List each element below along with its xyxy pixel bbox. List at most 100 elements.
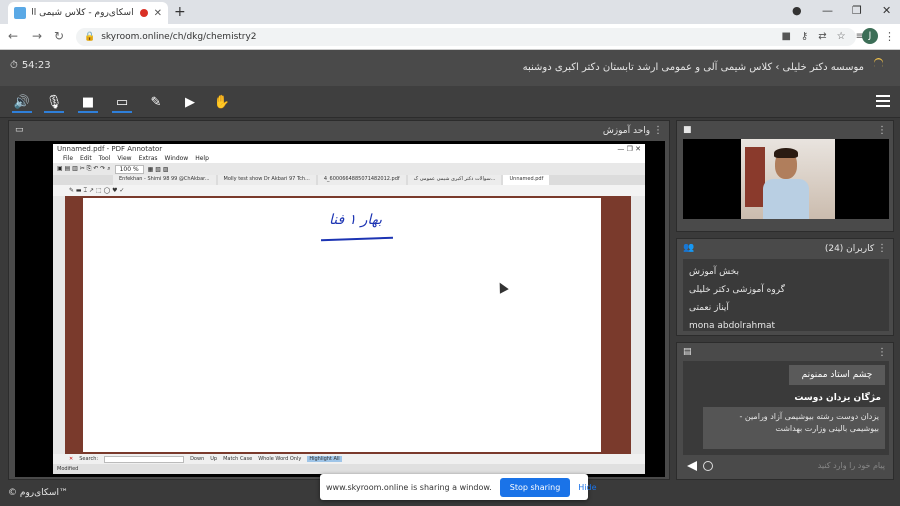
maximize-icon[interactable]: ❐ [852,4,862,17]
webcam-panel-header: ■ ⋮ [677,121,893,139]
lock-icon: 🔒 [84,32,96,42]
pdf-menu-extras[interactable]: Extras [139,155,158,162]
user-name: آیناز نعمتی [689,303,729,313]
camera-icon[interactable]: ■ [78,94,98,113]
speaker-icon[interactable]: 🔊 [12,94,32,113]
screen-share-panel: ▭ واحد آموزش ⋮ Unnamed.pdf - PDF Annotat… [8,120,670,480]
pdf-annotation-toolbar[interactable]: ✎ ▬ ⌶ ↗ ⬚ ◯ ♥ ✓ [53,185,645,196]
chat-panel: ▤ ⋮ چشم استاد ممنونم مژگان یزدان دوست یز… [676,342,894,480]
chat-bubble-icon: ▤ [683,347,692,357]
pdf-more-tools[interactable]: ▦ ▧ ▨ [148,166,169,173]
raise-hand-icon[interactable]: ✋ [214,94,230,110]
pdf-doc-tab[interactable]: Molly test show Dr Akbari 97 Tch... [217,175,316,185]
bookmark-star-icon[interactable]: ☆ [837,31,846,42]
find-input[interactable] [104,455,185,463]
users-options-icon[interactable]: ⋮ [877,243,887,254]
pdf-menu-help[interactable]: Help [195,155,209,162]
hide-button[interactable]: Hide [578,483,596,492]
record-indicator-icon: ● [792,4,802,17]
pdf-doc-tab[interactable]: Enfekhan - Shimi 98 99 @ChAkbar... [113,175,216,185]
emoji-icon[interactable] [703,461,713,471]
pdf-menu-tool[interactable]: Tool [99,155,111,162]
translate-icon[interactable]: ⇄ [818,31,826,42]
users-group-icon: 👥 [683,243,695,253]
chat-message: چشم استاد ممنونم [789,365,885,385]
main-toolbar: 🔊 🎙 ■ ▭ ✎ ▶ ✋ [0,86,900,118]
share-panel-header: ▭ واحد آموزش ⋮ [9,121,669,139]
pdf-tool-icons[interactable]: ▣ ▤ ▥ ✂ ⎘ ↶ ↷ ⌕ [57,165,111,173]
url-field[interactable]: 🔒 skyroom.online/ch/dkg/chemistry2 [76,28,856,46]
brush-icon[interactable]: ✎ [148,94,164,110]
send-icon[interactable] [687,461,697,471]
users-panel-title: کاربران (24) [824,243,875,254]
chat-input[interactable]: پیام خود را وارد کنید [719,459,885,473]
pdf-menu-file[interactable]: File [63,155,73,162]
reload-icon[interactable]: ↻ [54,29,64,43]
chat-message: یزدان دوست رشته بیوشیمی آزاد ورامین - بی… [703,407,885,449]
user-profile-icon[interactable]: ● [873,56,883,70]
minimize-icon[interactable]: — [822,4,833,17]
sharing-text: www.skyroom.online is sharing a window. [326,482,492,492]
pdf-doc-tab-active[interactable]: Unnamed.pdf [503,175,550,185]
find-up-button[interactable]: Up [210,456,217,462]
recording-icon [139,9,148,17]
webcam-options-icon[interactable]: ⋮ [877,125,887,136]
browser-menu-icon[interactable]: ⋮ [884,30,895,43]
new-tab-button[interactable]: + [174,4,186,20]
find-label: Search: [79,456,99,462]
pdf-menu-view[interactable]: View [117,155,131,162]
pdf-window-controls: — ❐ ✕ [617,145,641,153]
pdf-page[interactable]: بهار ۱ فنا [83,198,601,452]
pdf-zoom[interactable]: 100 % [114,164,144,174]
hamburger-menu-icon[interactable] [876,95,890,107]
media-player-icon[interactable]: ▶ [182,94,198,110]
video-icon: ■ [683,125,692,135]
monitor-icon: ▭ [15,125,24,135]
users-panel-header: 👥 کاربران (24) ⋮ [677,239,893,257]
pdf-left-sidebar[interactable] [53,196,65,454]
match-case-option[interactable]: Match Case [223,456,252,462]
microphone-icon[interactable]: 🎙 [44,94,64,113]
teacher-video-feed [741,139,835,219]
pdf-menu-window[interactable]: Window [165,155,189,162]
user-row[interactable]: mona abdolrahmat [689,317,883,331]
screen-share-icon[interactable]: ▭ [112,94,132,113]
brand-label: © اسکای‌روم™ [8,488,68,498]
close-window-icon[interactable]: ✕ [882,4,891,17]
address-bar: ← → ↻ 🔒 skyroom.online/ch/dkg/chemistry2… [0,24,900,50]
account-avatar[interactable]: J [862,28,878,44]
back-icon[interactable]: ← [8,29,18,43]
user-row[interactable]: بخش آموزش [689,263,883,281]
handwritten-annotation: بهار ۱ فنا [329,212,382,228]
pdf-doc-tabs: Enfekhan - Shimi 98 99 @ChAkbar... Molly… [53,175,645,185]
find-down-button[interactable]: Down [190,456,204,462]
chat-options-icon[interactable]: ⋮ [877,347,887,358]
forward-icon[interactable]: → [32,29,42,43]
pdf-scrollbar[interactable] [631,196,645,454]
pdf-menu-edit[interactable]: Edit [80,155,92,162]
chat-panel-header: ▤ ⋮ [677,343,893,361]
browser-tabbar: اسکای‌روم - کلاس شیمی آلی ✕ + ● — ❐ ✕ [0,0,900,24]
key-icon[interactable]: ⚷ [801,31,808,42]
pdf-menubar: File Edit Tool View Extras Window Help [53,154,645,163]
find-close-icon[interactable]: ✕ [69,456,73,462]
user-name: گروه آموزشی دکتر خلیلی [689,285,785,295]
mouse-cursor-icon [495,280,509,294]
panel-options-icon[interactable]: ⋮ [653,125,663,136]
camera-ext-icon[interactable]: ■ [781,31,790,42]
skyroom-favicon-icon [14,7,26,19]
close-tab-icon[interactable]: ✕ [154,8,162,19]
url-text: skyroom.online/ch/dkg/chemistry2 [101,32,257,42]
pdf-doc-tab[interactable]: سوالات دکتر اکبری شیمی عمومی ک... [407,175,502,185]
pdf-doc-tab[interactable]: 4_6000664885071482012.pdf [317,175,406,185]
app-header: ⏱ 54:23 موسسه دکتر خلیلی › کلاس شیمی آلی… [0,50,900,86]
stop-sharing-button[interactable]: Stop sharing [499,477,571,497]
highlight-all-option[interactable]: Highlight All [307,456,342,462]
user-name: mona abdolrahmat [689,321,776,331]
person-hair [774,148,798,158]
whole-word-option[interactable]: Whole Word Only [258,456,301,462]
user-row[interactable]: آیناز نعمتی [689,299,883,317]
browser-tab[interactable]: اسکای‌روم - کلاس شیمی آلی ✕ [8,2,168,24]
pdf-statusbar: Modified [53,464,645,474]
user-row[interactable]: گروه آموزشی دکتر خلیلی [689,281,883,299]
